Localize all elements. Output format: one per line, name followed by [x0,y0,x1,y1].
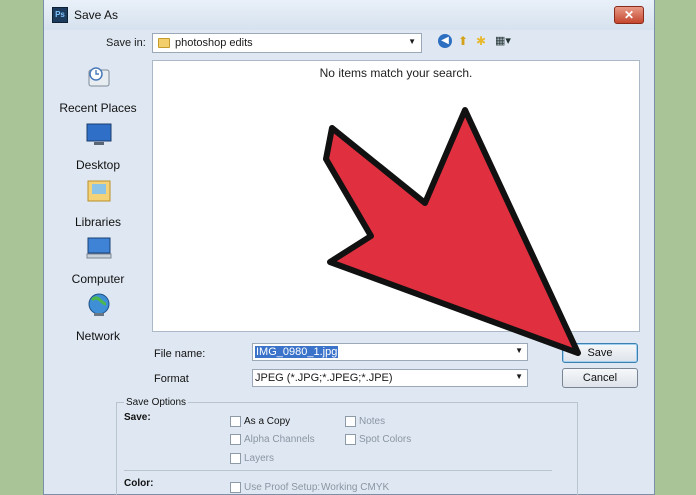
file-name-input[interactable]: IMG_0980_1.jpg ▼ [252,343,528,361]
place-computer[interactable]: Computer [44,235,152,287]
options-divider [124,470,552,471]
save-as-dialog: Ps Save As ✕ Save in: photoshop edits ▼ … [43,0,655,495]
desktop-icon [86,123,112,145]
spot-colors-label: Spot Colors [359,434,412,445]
place-label: Libraries [74,215,122,229]
save-options-color-label: Color: [124,478,154,489]
place-label: Network [75,329,120,343]
photoshop-app-icon: Ps [52,7,68,23]
spot-colors-checkbox[interactable] [345,434,356,445]
place-label: Recent Places [59,101,137,115]
file-name-value: IMG_0980_1.jpg [255,346,339,358]
notes-checkbox[interactable] [345,416,356,427]
format-label: Format [154,373,189,385]
file-list[interactable]: No items match your search. [152,60,640,332]
chevron-down-icon: ▼ [408,37,416,46]
folder-icon [158,38,170,48]
alpha-channels-checkbox[interactable] [230,434,241,445]
save-in-value: photoshop edits [175,37,253,49]
as-a-copy-label: As a Copy [244,416,291,427]
use-proof-setup-checkbox[interactable] [230,482,241,493]
close-button[interactable]: ✕ [614,6,644,24]
notes-label: Notes [359,416,386,427]
save-options-save-label: Save: [124,412,151,423]
chevron-down-icon: ▼ [515,372,523,381]
back-icon[interactable]: ◀ [438,34,452,48]
save-options-title: Save Options [124,397,189,408]
save-in-dropdown[interactable]: photoshop edits ▼ [152,33,422,53]
use-proof-setup-label: Use Proof Setup: [244,482,321,493]
up-folder-icon[interactable]: ⬆ [456,34,470,48]
save-in-label: Save in: [106,37,146,49]
place-label: Desktop [75,158,121,172]
network-icon [88,293,110,316]
chevron-down-icon: ▼ [515,346,523,355]
alpha-channels-label: Alpha Channels [244,434,315,445]
libraries-icon [87,180,111,202]
layers-label: Layers [244,453,275,464]
place-recent-places[interactable]: Recent Places [44,64,152,116]
place-libraries[interactable]: Libraries [44,178,152,230]
place-network[interactable]: Network [44,292,152,344]
views-menu-icon[interactable]: ▦▾ [492,34,514,48]
save-button[interactable]: Save [562,343,638,363]
layers-checkbox[interactable] [230,453,241,464]
cancel-button[interactable]: Cancel [562,368,638,388]
as-a-copy-checkbox[interactable] [230,416,241,427]
recent-places-icon [88,67,110,87]
place-label: Computer [71,272,125,286]
places-bar: Recent Places Desktop Libraries Computer [44,60,152,350]
proof-setup-value: Working CMYK [321,482,390,493]
file-name-label: File name: [154,348,206,360]
format-value: JPEG (*.JPG;*.JPEG;*.JPE) [255,372,393,384]
computer-icon [86,237,112,259]
new-folder-icon[interactable]: ✱ [474,34,488,48]
dialog-title: Save As [74,8,119,22]
place-desktop[interactable]: Desktop [44,121,152,173]
title-bar: Ps Save As ✕ [44,0,654,30]
empty-message: No items match your search. [319,66,473,80]
format-select[interactable]: JPEG (*.JPG;*.JPEG;*.JPE) ▼ [252,369,528,387]
